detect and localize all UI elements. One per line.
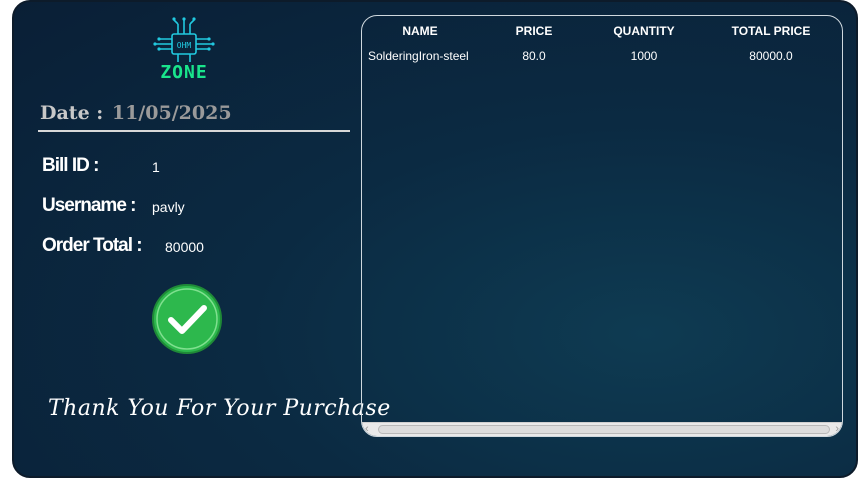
logo-wordmark: ZONE xyxy=(160,62,208,83)
username-value: pavly xyxy=(152,199,185,215)
column-header-price[interactable]: PRICE xyxy=(502,24,566,38)
cell-name: SolderingIron-steel xyxy=(368,49,469,63)
date-value: 11/05/2025 xyxy=(111,102,232,124)
bill-id-label: Bill ID : xyxy=(42,155,99,176)
table-header: NAME PRICE QUANTITY TOTAL PRICE xyxy=(362,24,842,42)
bill-id-row: Bill ID : 1 xyxy=(42,155,160,177)
bill-id-value: 1 xyxy=(152,159,160,175)
scrollbar-thumb[interactable] xyxy=(378,425,830,434)
ohm-zone-logo: OHM ZONE xyxy=(152,14,216,84)
column-header-quantity[interactable]: QUANTITY xyxy=(602,24,686,38)
scroll-left-icon[interactable]: ‹ xyxy=(365,423,369,436)
order-total-row: Order Total : 80000 xyxy=(42,235,204,257)
date-row: Date : 11/05/2025 xyxy=(40,102,232,124)
column-header-total-price[interactable]: TOTAL PRICE xyxy=(724,24,818,38)
items-table[interactable]: NAME PRICE QUANTITY TOTAL PRICE Solderin… xyxy=(361,15,843,437)
date-divider xyxy=(38,130,350,132)
cell-quantity: 1000 xyxy=(630,49,658,63)
svg-text:OHM: OHM xyxy=(177,41,192,50)
column-header-name[interactable]: NAME xyxy=(384,24,456,38)
thank-you-message: Thank You For Your Purchase xyxy=(48,396,391,421)
username-label: Username : xyxy=(42,195,136,216)
scroll-right-icon[interactable]: › xyxy=(835,423,839,436)
username-row: Username : pavly xyxy=(42,195,185,217)
table-row[interactable]: SolderingIron-steel 80.0 1000 80000.0 xyxy=(362,49,842,67)
date-label: Date : xyxy=(40,102,104,124)
cell-price: 80.0 xyxy=(522,49,546,63)
success-check-icon xyxy=(152,284,222,354)
horizontal-scrollbar[interactable]: ‹ › xyxy=(362,422,842,436)
receipt-window: OHM ZONE Date : 11/05/2025 Bill ID : 1 U… xyxy=(12,0,858,478)
order-total-value: 80000 xyxy=(165,239,204,255)
chip-icon: OHM xyxy=(153,17,215,62)
cell-total-price: 80000.0 xyxy=(749,49,793,63)
order-total-label: Order Total : xyxy=(42,235,143,256)
